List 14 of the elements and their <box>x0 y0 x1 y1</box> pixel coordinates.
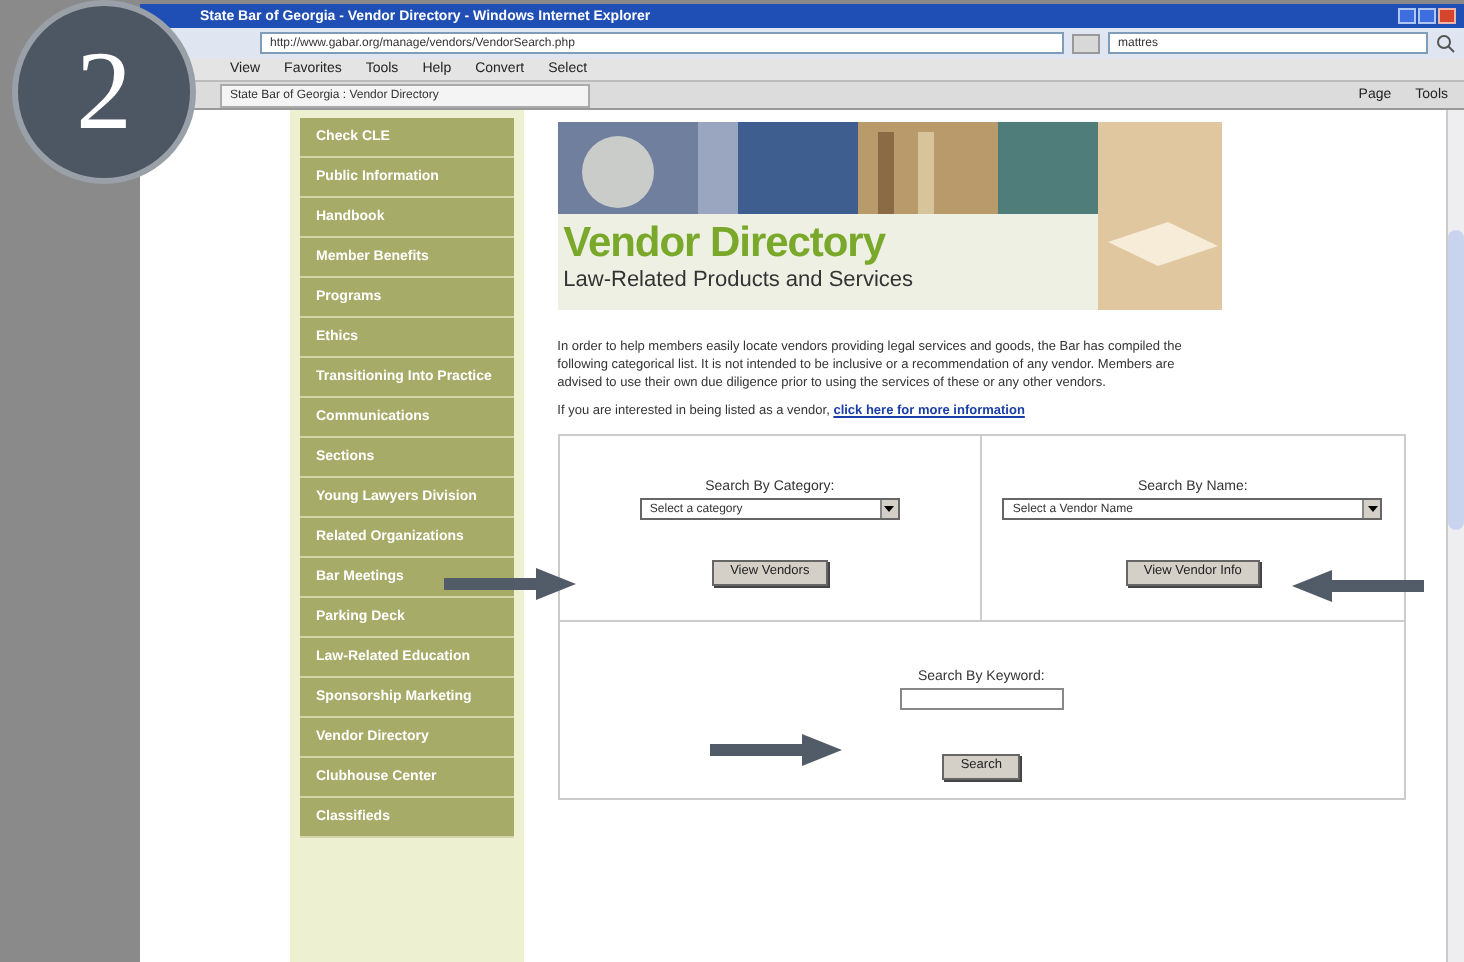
minimize-icon[interactable] <box>1398 8 1416 24</box>
banner-subtitle: Law-Related Products and Services <box>563 270 914 292</box>
caret-icon[interactable] <box>879 500 898 518</box>
keyword-field[interactable] <box>899 688 1064 710</box>
arrow-icon <box>1292 570 1424 602</box>
step-badge: 2 <box>12 0 196 184</box>
arrow-icon <box>710 734 842 766</box>
caret-icon[interactable] <box>1362 500 1381 518</box>
banner-title: Vendor Directory <box>563 222 888 264</box>
close-icon[interactable] <box>1438 8 1456 24</box>
arrow-icon <box>444 568 576 600</box>
maximize-icon[interactable] <box>1418 8 1436 24</box>
scrollbar[interactable] <box>1445 110 1464 962</box>
search-icon[interactable] <box>1436 33 1456 53</box>
